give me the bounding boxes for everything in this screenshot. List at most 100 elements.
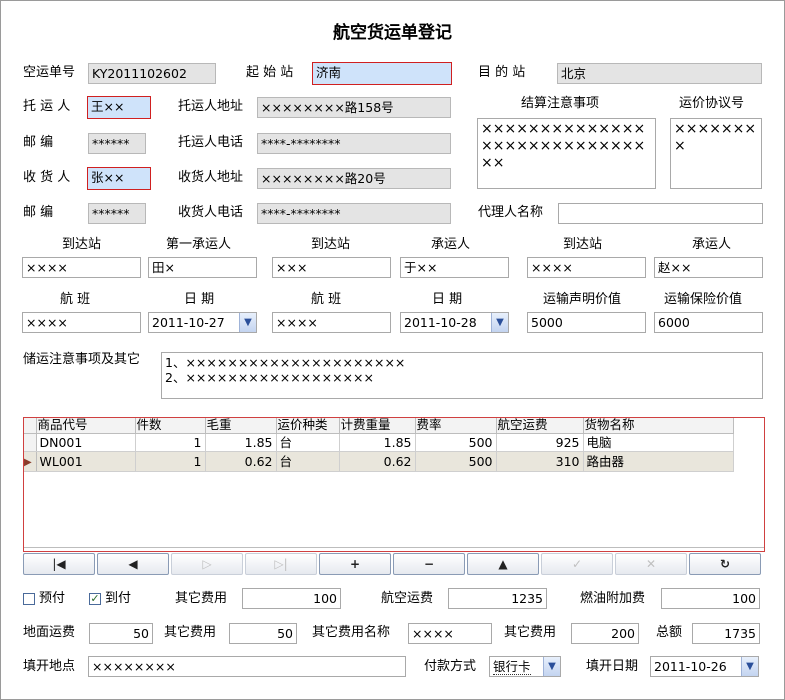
col-header-pieces[interactable]: 件数 [135,418,206,434]
chevron-down-icon[interactable]: ▼ [741,657,758,676]
routing-carrier3-field[interactable]: 赵×× [654,257,763,278]
cell-charge-weight[interactable]: 0.62 [339,451,416,472]
storage-notes-line1: 1、××××××××××××××××××××× [165,355,406,370]
tariff-textarea[interactable]: ×××××××× [670,118,762,189]
payment-method-select[interactable]: 银行卡 ▼ [489,656,561,677]
flight1-field[interactable]: ×××× [22,312,141,333]
routing-carrier2-field[interactable]: 于×× [400,257,509,278]
date-header-2: 日 期 [432,292,463,307]
date1-value: 2011-10-27 [152,315,225,330]
consignee-zip-field[interactable]: ****** [88,203,146,224]
consignee-name-field[interactable]: 张×× [87,167,151,190]
flight2-field[interactable]: ×××× [272,312,391,333]
col-header-code[interactable]: 商品代号 [36,418,136,434]
shipper-zip-field[interactable]: ****** [88,133,146,154]
routing-header-dest3: 到达站 [563,237,603,252]
origin-field[interactable]: 济南 [312,62,452,85]
first-record-button[interactable]: |◀ [23,553,95,575]
col-header-air-freight[interactable]: 航空运费 [496,418,584,434]
cell-rate[interactable]: 500 [415,451,497,472]
post-record-button[interactable]: ✓ [541,553,613,575]
goods-table: 商品代号 件数 毛重 运价种类 计费重量 费率 航空运费 货物名称 DN001 … [24,418,734,472]
table-row[interactable]: DN001 1 1.85 台 1.85 500 925 电脑 [24,433,734,452]
cell-pieces[interactable]: 1 [135,451,206,472]
storage-notes-textarea[interactable]: 1、××××××××××××××××××××× 2、××××××××××××××… [161,352,763,399]
prev-record-button[interactable]: ◀ [97,553,169,575]
dest-field[interactable]: 北京 [557,63,762,84]
date1-picker[interactable]: 2011-10-27 ▼ [148,312,257,333]
cell-code[interactable]: WL001 [36,451,136,472]
routing-dest2-field[interactable]: ××× [272,257,391,278]
consignee-addr-field[interactable]: ××××××××路20号 [257,168,451,189]
ground-fee-field[interactable]: 50 [89,623,153,644]
prepaid-label: 预付 [39,591,66,606]
cell-goods-name[interactable]: 路由器 [583,451,734,472]
flight-header-2: 航 班 [311,292,342,307]
cell-charge-weight[interactable]: 1.85 [339,433,416,452]
table-row[interactable]: ▶ WL001 1 0.62 台 0.62 500 310 路由器 [24,451,734,472]
flight-header-1: 航 班 [60,292,91,307]
consignee-phone-field[interactable]: ****-******** [257,203,451,224]
air-freight-field[interactable]: 1235 [448,588,547,609]
add-record-button[interactable]: + [319,553,391,575]
other-fee-name-field[interactable]: ×××× [408,623,492,644]
chevron-down-icon[interactable]: ▼ [239,313,256,332]
declared-value-header: 运输声明价值 [543,292,622,307]
cell-rate[interactable]: 500 [415,433,497,452]
other-fee3-field[interactable]: 200 [571,623,639,644]
col-header-weight[interactable]: 毛重 [205,418,277,434]
routing-carrier1-field[interactable]: 田× [148,257,257,278]
delete-record-button[interactable]: − [393,553,465,575]
shipper-addr-label: 托运人地址 [178,99,244,114]
issue-date-label: 填开日期 [586,659,639,674]
chevron-down-icon[interactable]: ▼ [543,657,560,676]
other-fee2-field[interactable]: 50 [229,623,297,644]
shipper-name-label: 托 运 人 [23,99,71,114]
shipper-phone-field[interactable]: ****-******** [257,133,451,154]
waybill-no-field[interactable]: KY2011102602 [88,63,216,84]
cell-air-freight[interactable]: 925 [496,433,584,452]
cell-code[interactable]: DN001 [36,433,136,452]
cancel-edit-button[interactable]: ✕ [615,553,687,575]
consignee-zip-label: 邮 编 [23,205,54,220]
total-field[interactable]: 1735 [692,623,760,644]
cell-rate-class[interactable]: 台 [276,433,340,452]
date2-picker[interactable]: 2011-10-28 ▼ [400,312,509,333]
col-header-charge-weight[interactable]: 计费重量 [339,418,416,434]
agent-field[interactable] [558,203,763,224]
cell-weight[interactable]: 0.62 [205,451,277,472]
shipper-addr-field[interactable]: ××××××××路158号 [257,97,451,118]
last-record-button[interactable]: ▷| [245,553,317,575]
routing-dest3-field[interactable]: ×××× [527,257,646,278]
declared-value-field[interactable]: 5000 [527,312,646,333]
issue-place-field[interactable]: ×××××××× [88,656,406,677]
cell-goods-name[interactable]: 电脑 [583,433,734,452]
chevron-down-icon[interactable]: ▼ [491,313,508,332]
insured-value-field[interactable]: 6000 [654,312,763,333]
current-row-arrow-icon: ▶ [24,456,32,468]
cell-pieces[interactable]: 1 [135,433,206,452]
shipper-name-field[interactable]: 王×× [87,96,151,119]
prepaid-checkbox[interactable] [23,593,35,605]
edit-record-button[interactable]: ▲ [467,553,539,575]
routing-header-dest1: 到达站 [62,237,102,252]
shipper-zip-label: 邮 编 [23,135,54,150]
routing-dest1-field[interactable]: ×××× [22,257,141,278]
other-fee-name-label: 其它费用名称 [312,625,391,640]
col-header-rate-class[interactable]: 运价种类 [276,418,340,434]
col-header-goods-name[interactable]: 货物名称 [583,418,734,434]
consignee-addr-label: 收货人地址 [178,170,244,185]
cell-rate-class[interactable]: 台 [276,451,340,472]
cell-air-freight[interactable]: 310 [496,451,584,472]
fuel-surcharge-field[interactable]: 100 [661,588,760,609]
refresh-button[interactable]: ↻ [689,553,761,575]
issue-date-picker[interactable]: 2011-10-26 ▼ [650,656,759,677]
goods-grid[interactable]: 商品代号 件数 毛重 运价种类 计费重量 费率 航空运费 货物名称 DN001 … [23,417,765,552]
collect-checkbox[interactable]: ✓ [89,593,101,605]
air-freight-label: 航空运费 [381,591,434,606]
other-fee1-field[interactable]: 100 [242,588,341,609]
next-record-button[interactable]: ▷ [171,553,243,575]
col-header-rate[interactable]: 费率 [415,418,497,434]
cell-weight[interactable]: 1.85 [205,433,277,452]
settlement-textarea[interactable]: ×××××××××××××××××××××××××××××× [477,118,656,189]
